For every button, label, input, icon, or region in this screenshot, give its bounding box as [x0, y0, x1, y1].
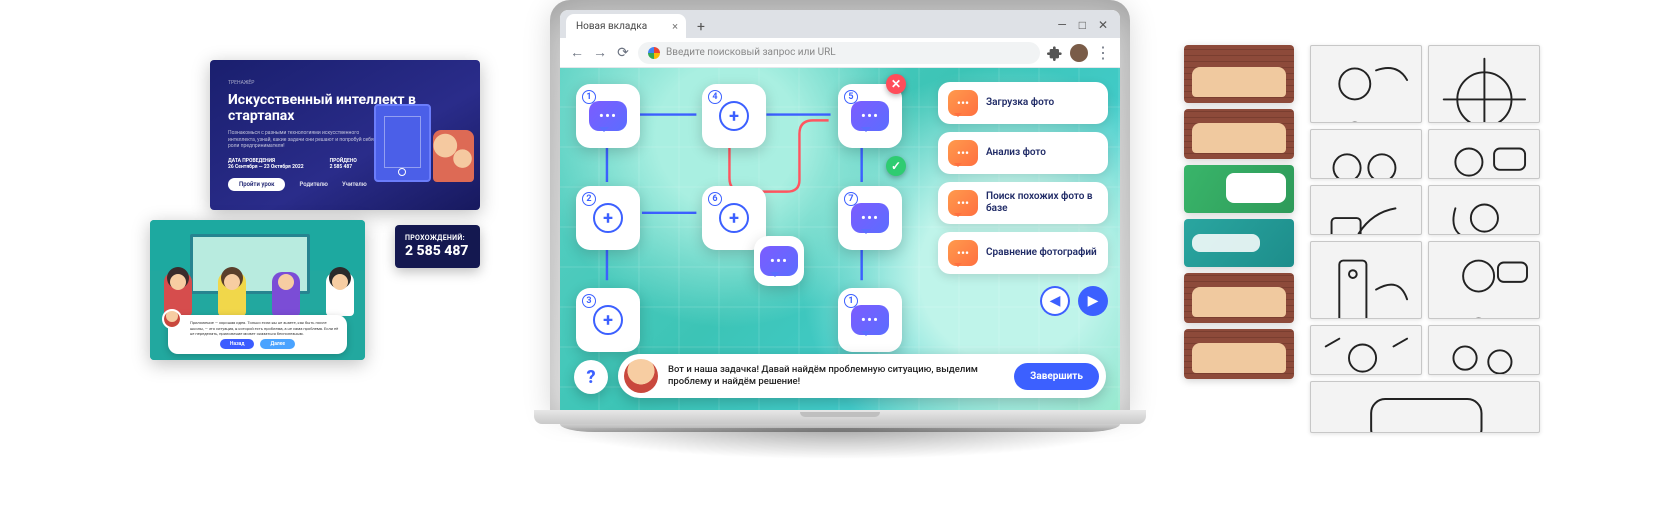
- sketch-panel-wide: [1310, 381, 1540, 433]
- flow-node-hint[interactable]: [754, 236, 804, 286]
- counter-value: 2 585 487: [405, 243, 470, 259]
- window-close-icon[interactable]: ✕: [1098, 18, 1108, 32]
- flow-node-7[interactable]: 7: [838, 186, 902, 250]
- finish-button[interactable]: Завершить: [1014, 363, 1099, 390]
- sketch-panel: [1310, 129, 1422, 179]
- prompt-text: Вот и наша задачка! Давай найдём проблем…: [668, 364, 1004, 388]
- students-illustration: [164, 268, 354, 316]
- hero-cta-button[interactable]: Пройти урок: [228, 178, 285, 191]
- browser-tabstrip: Новая вкладка × + — □ ✕: [560, 10, 1120, 38]
- profile-avatar[interactable]: [1070, 44, 1088, 62]
- sketch-grid: [1310, 45, 1540, 433]
- new-tab-button[interactable]: +: [690, 16, 712, 38]
- hero-tag: ТРЕНАЖЁР: [228, 80, 462, 86]
- google-icon: [648, 47, 660, 59]
- classroom-card: Приложение — хорошая идея. Только если в…: [150, 220, 365, 360]
- comic-panel: [1184, 165, 1294, 213]
- counter-card: ПРОХОЖДЕНИЙ: 2 585 487: [395, 225, 480, 268]
- extensions-icon[interactable]: [1047, 45, 1063, 61]
- comic-panel: [1184, 109, 1294, 159]
- chat-icon: [948, 190, 978, 216]
- nav-back-icon[interactable]: ←: [569, 45, 585, 61]
- hero-link-teacher[interactable]: Учителю: [342, 181, 367, 188]
- flow-canvas[interactable]: 1 2+ 3+ 4+ 6+ 5 7 1 ✕ ✓: [570, 78, 920, 338]
- window-minimize-icon[interactable]: —: [1057, 18, 1066, 32]
- dialog-back-button[interactable]: Назад: [220, 339, 255, 349]
- sketch-panel: [1310, 185, 1422, 235]
- sketch-panel: [1310, 325, 1422, 375]
- chat-icon: [948, 90, 978, 116]
- comic-panel: [1184, 329, 1294, 379]
- panel-next-button[interactable]: ▶: [1078, 286, 1108, 316]
- comic-color-column: [1184, 45, 1294, 433]
- prompt-bar: Вот и наша задачка! Давай найдём проблем…: [618, 354, 1106, 398]
- dialog-text: Приложение — хорошая идея. Только если в…: [176, 320, 339, 336]
- sketch-panel: [1428, 129, 1540, 179]
- omnibox-placeholder: Введите поисковый запрос или URL: [666, 47, 836, 58]
- chat-icon: [948, 240, 978, 266]
- hero-card: ТРЕНАЖЁР Искусственный интеллект в старт…: [210, 60, 480, 210]
- dialog-bubble: Приложение — хорошая идея. Только если в…: [168, 315, 347, 354]
- tab-close-icon[interactable]: ×: [672, 20, 678, 33]
- sketch-panel: [1310, 241, 1422, 319]
- marker-error-icon: ✕: [886, 74, 906, 94]
- window-maximize-icon[interactable]: □: [1079, 18, 1086, 32]
- sketch-panel: [1428, 241, 1540, 319]
- laptop-mockup: Новая вкладка × + — □ ✕ ← → ⟳ Введите по…: [530, 0, 1150, 462]
- counter-label: ПРОХОЖДЕНИЙ:: [405, 234, 470, 242]
- storyboard-cluster: [1184, 45, 1540, 433]
- marker-success-icon: ✓: [886, 156, 906, 176]
- nav-forward-icon[interactable]: →: [592, 45, 608, 61]
- comic-panel: [1184, 273, 1294, 323]
- panel-prev-button[interactable]: ◀: [1040, 286, 1070, 316]
- option-item[interactable]: Поиск похожих фото в базе: [938, 182, 1108, 224]
- hero-illustration: [374, 92, 474, 182]
- flow-node-4[interactable]: 4+: [702, 84, 766, 148]
- sketch-panel: [1428, 45, 1540, 123]
- nav-reload-icon[interactable]: ⟳: [615, 45, 631, 61]
- flow-node-3[interactable]: 3+: [576, 288, 640, 352]
- options-panel: Загрузка фото Анализ фото Поиск похожих …: [938, 82, 1108, 316]
- help-button[interactable]: ?: [574, 360, 608, 394]
- option-item[interactable]: Сравнение фотографий: [938, 232, 1108, 274]
- flow-node-1b[interactable]: 1: [838, 288, 902, 352]
- flow-node-1[interactable]: 1: [576, 84, 640, 148]
- sketch-panel: [1310, 45, 1422, 123]
- sketch-panel: [1428, 325, 1540, 375]
- comic-panel: [1184, 45, 1294, 103]
- option-item[interactable]: Анализ фото: [938, 132, 1108, 174]
- chat-icon: [948, 140, 978, 166]
- option-item[interactable]: Загрузка фото: [938, 82, 1108, 124]
- hero-link-parent[interactable]: Родителю: [299, 181, 327, 188]
- hero-blurb: Познакомься с разными технологиями искус…: [228, 130, 378, 150]
- mentor-avatar-icon: [624, 359, 658, 393]
- omnibox[interactable]: Введите поисковый запрос или URL: [638, 42, 1040, 64]
- dialog-next-button[interactable]: Далее: [260, 339, 295, 349]
- tab-title: Новая вкладка: [576, 21, 647, 32]
- browser-tab[interactable]: Новая вкладка ×: [566, 14, 686, 38]
- sketch-panel: [1428, 185, 1540, 235]
- game-viewport: 1 2+ 3+ 4+ 6+ 5 7 1 ✕ ✓ Загрузка фото Ан…: [560, 68, 1120, 410]
- comic-panel: [1184, 219, 1294, 267]
- flow-node-2[interactable]: 2+: [576, 186, 640, 250]
- browser-toolbar: ← → ⟳ Введите поисковый запрос или URL ⋮: [560, 38, 1120, 68]
- browser-menu-icon[interactable]: ⋮: [1095, 45, 1111, 61]
